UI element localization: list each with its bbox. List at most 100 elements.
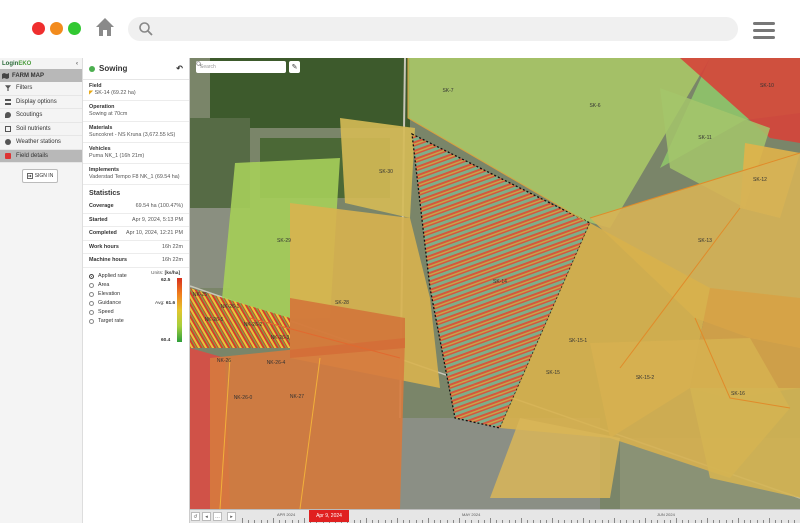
timeline-tick <box>521 518 522 523</box>
field-label[interactable]: NK-26-1 <box>221 304 240 310</box>
minimize-window-button[interactable] <box>50 22 63 35</box>
timeline-current-date[interactable]: Apr 9, 2024 <box>309 510 349 522</box>
field-label[interactable]: SK-15 <box>546 370 560 376</box>
field-label[interactable]: NK-26 <box>217 358 231 364</box>
timeline-tick <box>707 518 708 523</box>
timeline-tick <box>676 518 677 523</box>
field-label[interactable]: SK-16 <box>731 391 745 397</box>
field-label[interactable]: SK-30 <box>379 169 393 175</box>
materials-block: Materials Suncokret - NS Kruna (3,672.55… <box>83 122 189 143</box>
timeline-tick <box>397 518 398 523</box>
prev-button[interactable]: ◂ <box>202 512 211 521</box>
timeline-track[interactable]: APR 2024 MAY 2024 JUN 2024 Apr 9, 2024 <box>242 510 800 523</box>
field-marker-icon: ◤ <box>89 90 94 96</box>
timeline-tick <box>459 518 460 523</box>
timeline-tick <box>614 518 615 523</box>
field-label[interactable]: NK-25 <box>193 292 207 298</box>
panel-header: Sowing ↶ <box>83 58 189 80</box>
field-label[interactable]: NK-27 <box>290 394 304 400</box>
menu-icon[interactable] <box>753 22 775 39</box>
map-search-input[interactable]: Search <box>196 61 286 73</box>
timeline-label: APR 2024 <box>277 512 296 517</box>
timeline-tick <box>490 518 491 523</box>
field-label[interactable]: SK-15-1 <box>569 338 587 344</box>
scale-min: 60.4 <box>161 337 171 343</box>
edit-tool-button[interactable]: ✎ <box>289 61 300 73</box>
timeline-tick <box>366 518 367 523</box>
maximize-window-button[interactable] <box>68 22 81 35</box>
prev-icon: ◂ <box>205 513 208 520</box>
radio-target-rate[interactable]: Target rate <box>89 317 183 326</box>
statistics-title: Statistics <box>89 190 121 197</box>
timeline-label: JUN 2024 <box>657 512 675 517</box>
logo: Login EKO ‹ <box>2 60 78 67</box>
field-label[interactable]: NK-26-4 <box>267 360 286 366</box>
reset-timeline-button[interactable]: ↺ <box>191 512 200 521</box>
more-button[interactable]: … <box>213 512 222 521</box>
field-label[interactable]: NK-26-3 <box>271 335 290 341</box>
sidebar-item-scoutings[interactable]: Scoutings <box>0 109 82 123</box>
stat-row: Machine hours 16h 22m <box>83 254 189 268</box>
field-label[interactable]: SK-29 <box>277 238 291 244</box>
map-view[interactable]: Search ✎ SK-7 SK-6 SK-10 SK-11 SK-12 SK-… <box>190 58 800 509</box>
field-block: Field ◤ SK-14 (69.22 ha) <box>83 80 189 101</box>
search-icon <box>196 61 202 67</box>
sidebar-item-display-options[interactable]: Display options <box>0 96 82 109</box>
sidebar-item-weather-stations[interactable]: Weather stations <box>0 136 82 150</box>
stat-row: Work hours 16h 22m <box>83 241 189 254</box>
implements-block: Implements Vaderstad Tempo F8 NK_1 (69.5… <box>83 164 189 185</box>
play-button[interactable]: ▸ <box>227 512 236 521</box>
scouting-icon <box>5 112 11 119</box>
radio-elevation[interactable]: Elevation <box>89 290 183 299</box>
field-label[interactable]: SK-13 <box>698 238 712 244</box>
field-label[interactable]: NK-26-5 <box>205 317 224 323</box>
units-label: Units: [ks/ha] <box>151 270 181 276</box>
timeline-tick <box>304 518 305 523</box>
ellipsis-icon: … <box>215 513 220 520</box>
stat-row: Coverage 69.54 ha (100.47%) <box>83 200 189 214</box>
field-label[interactable]: SK-12 <box>753 177 767 183</box>
field-label[interactable]: SK-6 <box>589 103 600 109</box>
field-label[interactable]: SK-15-2 <box>636 375 654 381</box>
back-arrow-icon[interactable]: ↶ <box>176 64 183 73</box>
layer-legend: Applied rate Area Elevation Guidance Spe… <box>83 268 189 348</box>
vehicles-block: Vehicles Puma NK_1 (16h 21m) <box>83 143 189 164</box>
map-icon <box>2 72 9 79</box>
timeline-bar: ↺ ◂ … ▸ APR 2024 MAY 2024 JUN 2024 Apr 9… <box>190 509 800 523</box>
address-bar[interactable] <box>128 17 738 41</box>
filter-icon <box>5 85 11 92</box>
panel-title: Sowing <box>99 64 128 73</box>
field-label[interactable]: SK-10 <box>760 83 774 89</box>
pencil-icon: ✎ <box>291 64 298 71</box>
close-window-button[interactable] <box>32 22 45 35</box>
field-label[interactable]: SK-14 <box>493 279 507 285</box>
timeline-tick <box>552 518 553 523</box>
sign-in-button[interactable]: SIGN IN <box>22 169 58 183</box>
browser-chrome <box>0 0 800 58</box>
sidebar-item-soil-nutrients[interactable]: Soil nutrients <box>0 123 82 136</box>
operation-details-panel: Sowing ↶ Field ◤ SK-14 (69.22 ha) Operat… <box>83 58 190 523</box>
play-icon: ▸ <box>230 513 233 520</box>
timeline-tick <box>769 518 770 523</box>
stat-row: Completed Apr 10, 2024, 12:21 PM <box>83 227 189 241</box>
farm-map-header[interactable]: FARM MAP <box>0 69 82 82</box>
reset-icon: ↺ <box>193 513 198 520</box>
status-dot <box>89 65 95 72</box>
timeline-tick <box>583 518 584 523</box>
radio-speed[interactable]: Speed <box>89 308 183 317</box>
collapse-sidebar-icon[interactable]: ‹ <box>76 61 78 67</box>
sidebar-item-filters[interactable]: Filters <box>0 82 82 96</box>
field-label[interactable]: NK-26-0 <box>234 395 253 401</box>
timeline-tick <box>645 518 646 523</box>
timeline-tick <box>738 518 739 523</box>
sidebar-item-field-details[interactable]: Field details <box>0 149 82 163</box>
timeline-label: MAY 2024 <box>462 512 481 517</box>
sign-in-icon <box>26 173 33 179</box>
sidebar: Login EKO ‹ FARM MAP Filters Display opti… <box>0 58 83 523</box>
field-label[interactable]: SK-7 <box>442 88 453 94</box>
field-label[interactable]: NK-26-2 <box>244 322 263 328</box>
home-icon[interactable] <box>94 16 116 38</box>
timeline-tick <box>428 518 429 523</box>
field-label[interactable]: SK-11 <box>698 135 712 141</box>
field-label[interactable]: SK-28 <box>335 300 349 306</box>
